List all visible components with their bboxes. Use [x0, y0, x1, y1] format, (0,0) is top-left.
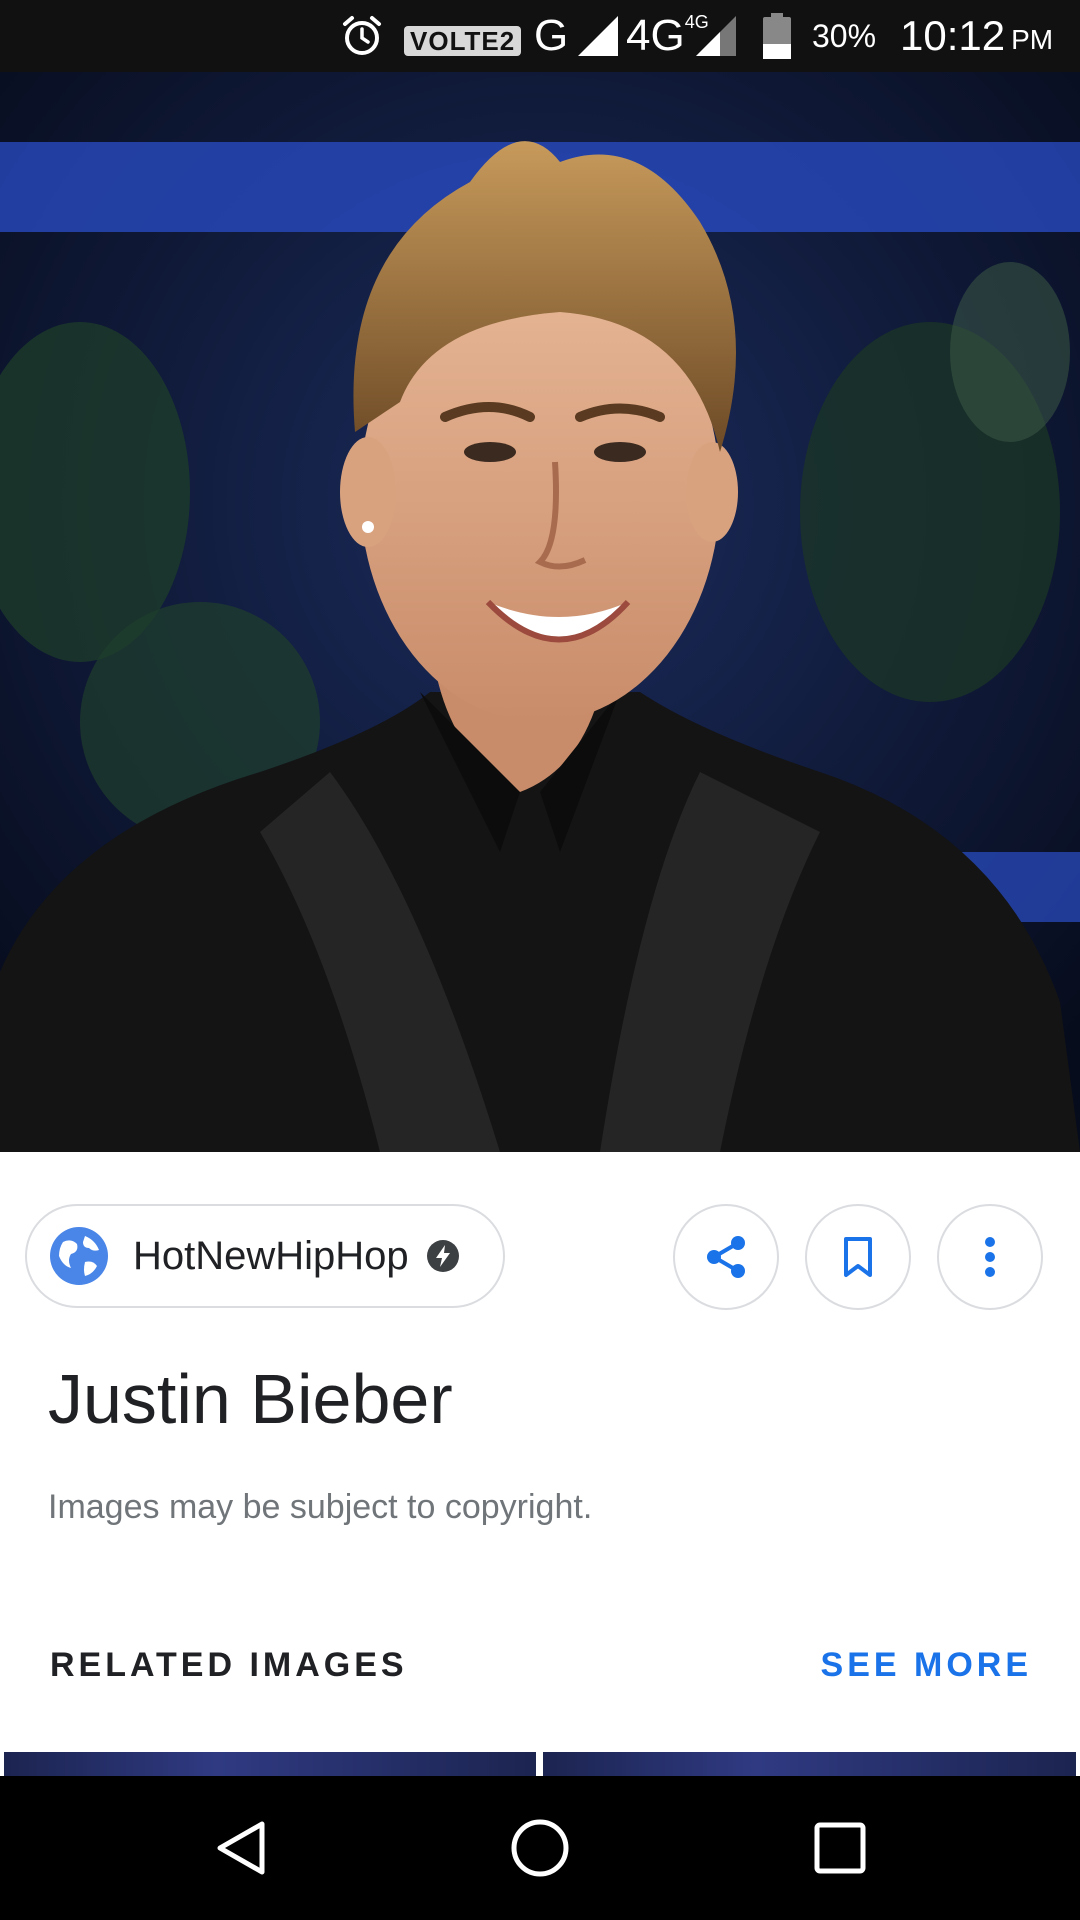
hero-image[interactable] — [0, 72, 1080, 1152]
hero-photo — [0, 72, 1080, 1152]
share-button[interactable] — [673, 1204, 779, 1310]
recents-icon — [814, 1822, 866, 1874]
battery-percent: 30% — [812, 17, 877, 54]
save-button[interactable] — [805, 1204, 911, 1310]
home-icon — [511, 1819, 569, 1877]
copyright-note: Images may be subject to copyright. — [48, 1488, 593, 1526]
network-type-g: G — [534, 11, 569, 60]
volte-badge: VOLTE2 — [404, 26, 522, 56]
related-image-thumbnail[interactable] — [543, 1752, 1076, 1776]
clock-time: 10:12 — [900, 12, 1006, 59]
image-title: Justin Bieber — [48, 1360, 453, 1438]
home-button[interactable] — [504, 1812, 576, 1884]
status-clock: 10:12 PM — [900, 0, 1053, 72]
globe-icon — [50, 1227, 108, 1285]
status-bar: VOLTE2 G 4G 4G 30% 10:12 PM — [0, 0, 1080, 72]
alarm-icon — [340, 0, 384, 72]
see-more-link[interactable]: SEE MORE — [821, 1646, 1032, 1685]
network-type-4g-label: 4G — [626, 11, 685, 60]
source-name: HotNewHipHop — [133, 1233, 409, 1278]
battery-icon — [762, 0, 792, 72]
related-images-heading: RELATED IMAGES — [50, 1646, 408, 1684]
more-vert-icon — [985, 1237, 995, 1277]
clock-ampm: PM — [1011, 24, 1054, 55]
source-chip[interactable]: HotNewHipHop — [25, 1204, 505, 1308]
related-image-thumbnail[interactable] — [4, 1752, 536, 1776]
bookmark-icon — [844, 1237, 872, 1277]
recents-button[interactable] — [804, 1812, 876, 1884]
signal-icon — [694, 0, 738, 72]
share-icon — [707, 1236, 745, 1278]
back-icon — [217, 1821, 265, 1875]
back-button[interactable] — [206, 1812, 278, 1884]
amp-lightning-icon — [426, 1240, 459, 1272]
signal-icon — [576, 0, 620, 72]
navigation-bar — [0, 1776, 1080, 1920]
more-options-button[interactable] — [937, 1204, 1043, 1310]
